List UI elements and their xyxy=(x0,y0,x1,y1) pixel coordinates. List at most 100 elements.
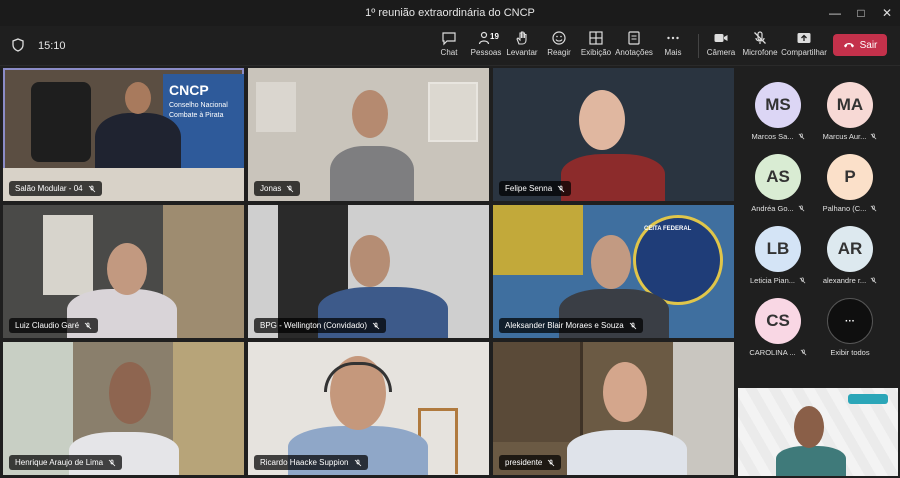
participant-nametag: Jonas xyxy=(254,181,301,196)
participant-avatar-item[interactable]: CS CAROLINA ... xyxy=(738,298,818,370)
participant-name: Jonas xyxy=(260,184,282,193)
seal-text: CEITA FEDERAL xyxy=(644,226,692,232)
chat-label: Chat xyxy=(440,48,458,57)
react-label: Reagir xyxy=(547,48,571,57)
leave-label: Sair xyxy=(859,39,878,51)
mic-off-icon xyxy=(354,459,361,466)
share-button[interactable]: Compartilhar xyxy=(781,30,827,62)
participant-head xyxy=(350,235,390,287)
video-tile-jonas[interactable]: Jonas xyxy=(248,68,489,201)
emoji-icon xyxy=(552,31,566,45)
video-tile-luiz-claudio[interactable]: Luiz Claudio Garé xyxy=(3,205,244,338)
participant-avatar-item[interactable]: MA Marcus Aur... xyxy=(810,82,890,154)
self-view[interactable] xyxy=(738,388,898,476)
raise-hand-label: Levantar xyxy=(506,48,538,57)
mic-off-icon xyxy=(108,459,116,466)
show-all-button[interactable]: ··· Exibir todos xyxy=(810,298,890,370)
view-label: Exibição xyxy=(580,48,612,57)
avatar-name-row: Marcos Sa... xyxy=(751,132,804,141)
mic-off-icon xyxy=(629,322,637,329)
avatar-name-row: Andréa Go... xyxy=(751,204,805,213)
avatar-initials: LB xyxy=(755,226,801,272)
video-tile-salao-modular[interactable]: CNCP Conselho Nacional Combate à Pirata … xyxy=(3,68,244,201)
headset xyxy=(324,362,392,392)
avatar-name-row: alexandre r... xyxy=(823,276,877,285)
mic-off-icon xyxy=(548,459,555,466)
microphone-label: Microfone xyxy=(742,48,778,57)
participant-name: CAROLINA ... xyxy=(749,348,796,357)
mic-off-icon xyxy=(871,205,877,212)
more-button[interactable]: Mais xyxy=(651,30,695,62)
video-tile-presidente[interactable]: presidente xyxy=(493,342,734,475)
meeting-toolbar: 15:10 Chat 19 Pessoas Levantar Reagir Ex… xyxy=(0,26,900,66)
avatar-initials: AR xyxy=(827,226,873,272)
participant-name: alexandre r... xyxy=(822,276,867,285)
wall-map xyxy=(43,215,93,295)
participant-nametag: Luiz Claudio Garé xyxy=(9,318,99,333)
participant-avatar-item[interactable]: AR alexandre r... xyxy=(810,226,890,298)
participant-body xyxy=(567,430,687,475)
participant-name: Aleksander Blair Moraes e Souza xyxy=(505,321,624,330)
participant-name: Andréa Go... xyxy=(751,204,794,213)
participant-avatar-item[interactable]: AS Andréa Go... xyxy=(738,154,818,226)
title-bar: 1º reunião extraordinária do CNCP xyxy=(0,0,900,26)
participant-head xyxy=(794,406,824,448)
mic-off-icon xyxy=(557,185,565,192)
participant-body xyxy=(776,446,846,476)
participant-avatar-item[interactable]: LB Leticia Pian... xyxy=(738,226,818,298)
camera-label: Câmera xyxy=(706,48,736,57)
grid-view-icon xyxy=(589,31,603,45)
virtual-background-truck xyxy=(493,205,583,275)
participant-name: Salão Modular - 04 xyxy=(15,184,83,193)
avatar-name-row: Marcus Aur... xyxy=(823,132,878,141)
meeting-timer: 15:10 xyxy=(38,40,66,52)
avatar-initials: P xyxy=(827,154,873,200)
avatar-name-row: Palhano (C... xyxy=(823,204,878,213)
notes-icon xyxy=(628,31,640,45)
video-tile-henrique[interactable]: Henrique Araujo de Lima xyxy=(3,342,244,475)
avatar-name-row: Exibir todos xyxy=(830,348,869,357)
participant-nametag: Ricardo Haacke Suppion xyxy=(254,455,368,470)
participant-head xyxy=(125,82,151,114)
mic-off-icon xyxy=(800,349,806,356)
leave-button[interactable]: Sair xyxy=(833,34,887,56)
video-tile-ricardo[interactable]: Ricardo Haacke Suppion xyxy=(248,342,489,475)
more-label: Mais xyxy=(664,48,682,57)
participant-head xyxy=(107,243,147,295)
chat-icon xyxy=(442,32,456,46)
participant-name: Leticia Pian... xyxy=(749,276,796,285)
more-icon: ··· xyxy=(827,298,873,344)
curtain xyxy=(173,342,244,475)
camera-icon xyxy=(714,34,728,42)
notes-button[interactable]: Anotações xyxy=(612,30,656,62)
mic-off-icon xyxy=(372,322,380,329)
shield-icon[interactable] xyxy=(12,38,24,52)
share-icon xyxy=(797,33,811,43)
participant-name: Luiz Claudio Garé xyxy=(15,321,80,330)
avatar-initials: MS xyxy=(755,82,801,128)
more-icon xyxy=(667,36,679,40)
close-icon[interactable]: ✕ xyxy=(872,0,900,26)
participant-nametag: presidente xyxy=(499,455,562,470)
participant-avatar-item[interactable]: P Palhano (C... xyxy=(810,154,890,226)
participant-body xyxy=(330,146,414,201)
video-tile-aleksander[interactable]: CEITA FEDERAL Aleksander Blair Moraes e … xyxy=(493,205,734,338)
participant-nametag: Aleksander Blair Moraes e Souza xyxy=(499,318,643,333)
hang-up-icon xyxy=(843,43,854,48)
participant-count: 19 xyxy=(490,32,499,41)
avatar-name-row: Leticia Pian... xyxy=(750,276,806,285)
office-chair xyxy=(31,82,91,162)
participant-avatar-item[interactable]: MS Marcos Sa... xyxy=(738,82,818,154)
participant-body xyxy=(561,154,665,201)
participant-nametag: Salão Modular - 04 xyxy=(9,181,102,196)
microphone-button[interactable]: Microfone xyxy=(738,30,782,62)
mic-off-icon xyxy=(871,133,877,140)
video-tile-bpg-wellington[interactable]: BPG - Wellington (Convidado) xyxy=(248,205,489,338)
participant-name: presidente xyxy=(505,458,543,467)
participant-nametag: Henrique Araujo de Lima xyxy=(9,455,123,470)
wall-frame xyxy=(428,82,478,142)
wall-frame xyxy=(256,82,296,132)
camera-button[interactable]: Câmera xyxy=(699,30,743,62)
video-tile-felipe-senna[interactable]: Felipe Senna xyxy=(493,68,734,201)
share-label: Compartilhar xyxy=(781,48,827,57)
